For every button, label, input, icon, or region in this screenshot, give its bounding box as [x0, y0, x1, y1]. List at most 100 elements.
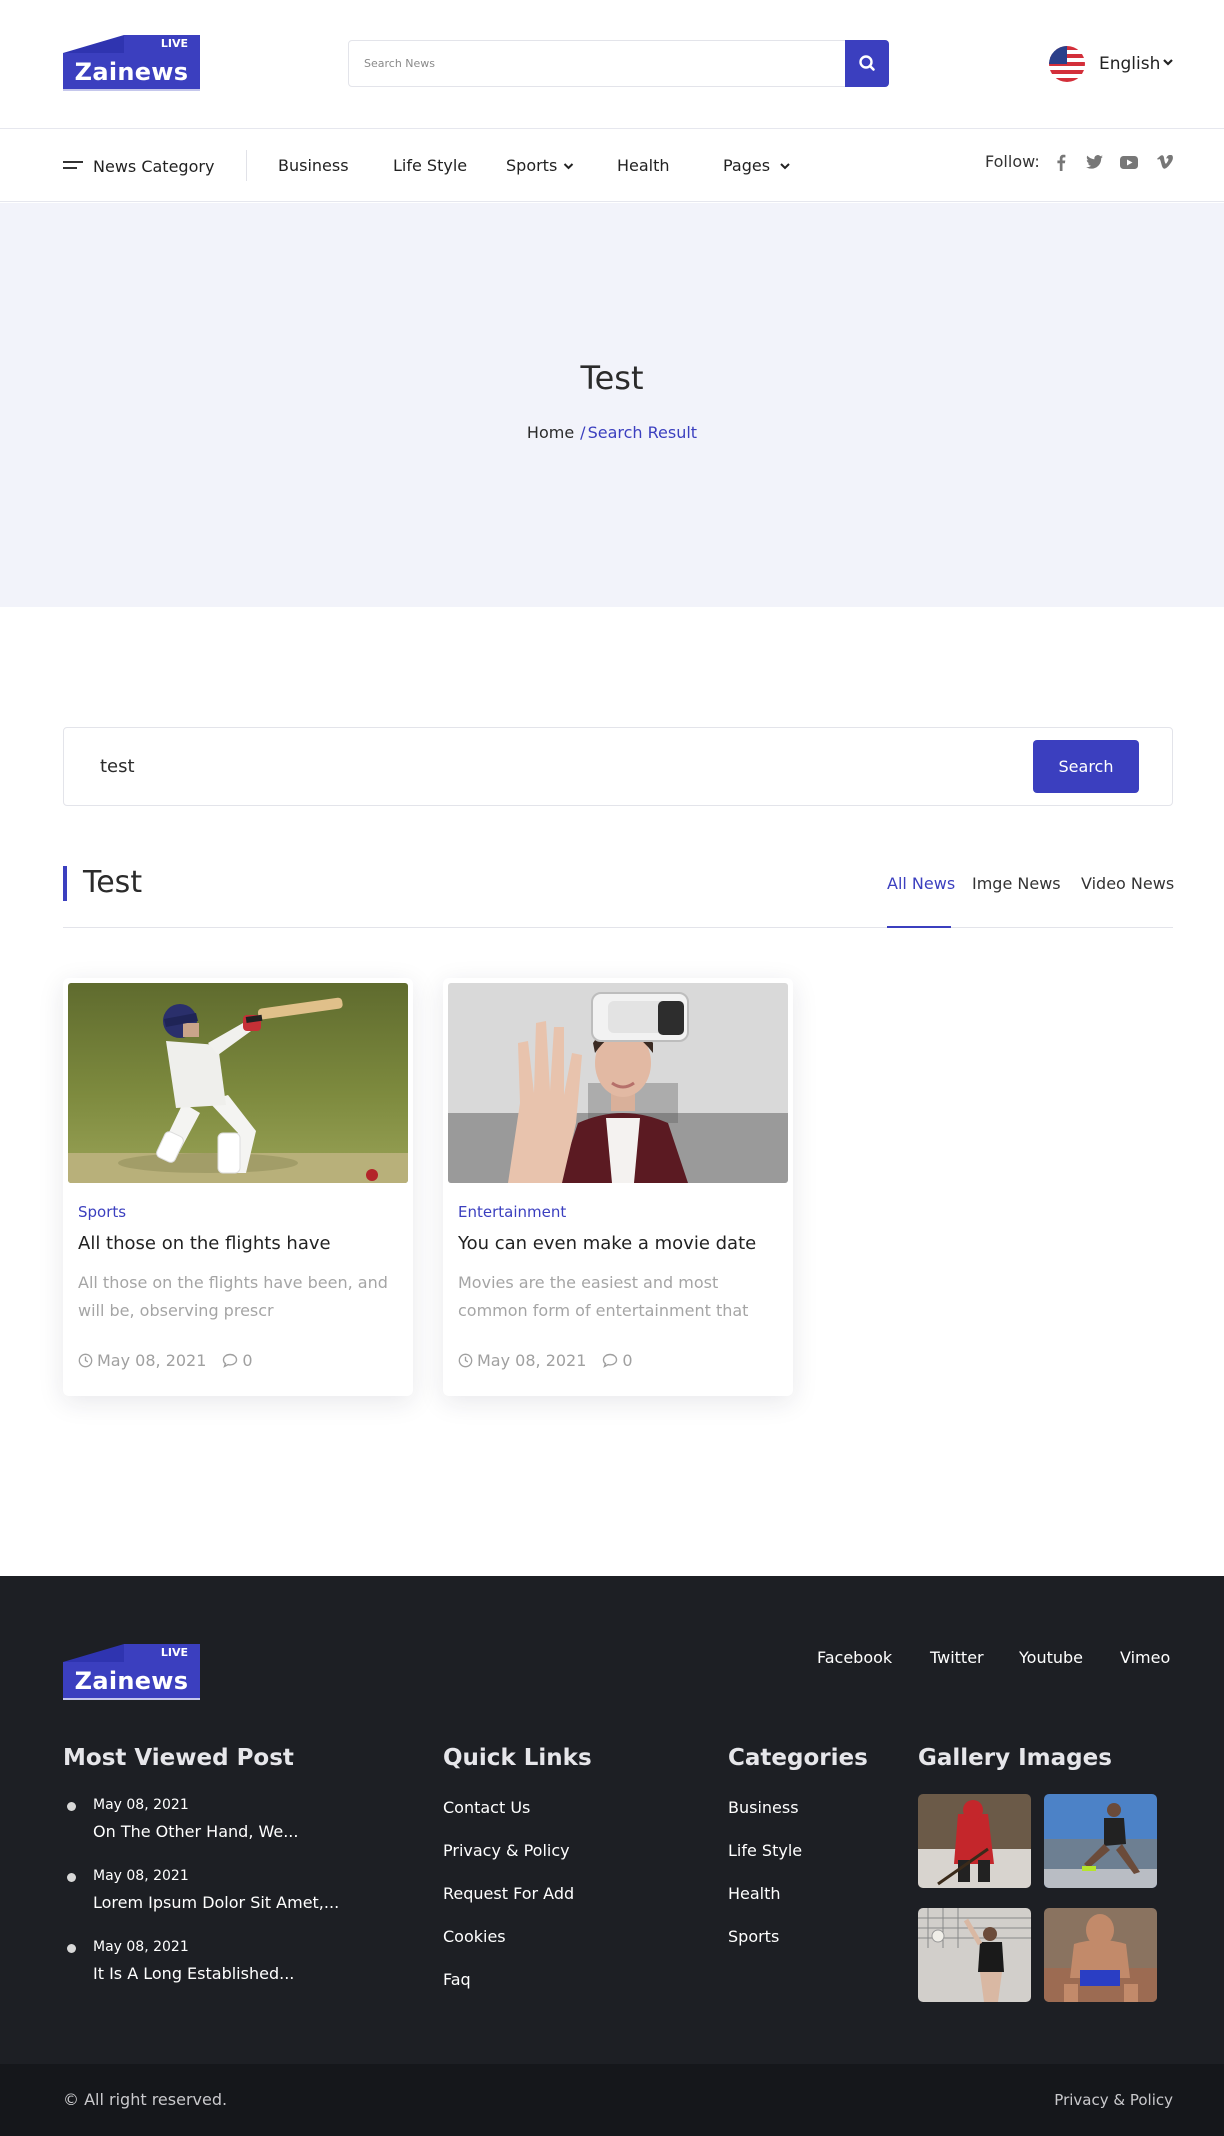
logo-live-badge: LIVE: [124, 1644, 200, 1663]
nav-item-business[interactable]: Business: [278, 156, 349, 175]
quick-link-cookies[interactable]: Cookies: [443, 1927, 506, 1946]
post-title[interactable]: On The Other Hand, We...: [93, 1822, 298, 1841]
gallery-image-runner[interactable]: [1044, 1794, 1157, 1888]
breadcrumb-separator: /: [580, 423, 586, 442]
news-card-image-cricket[interactable]: [68, 983, 408, 1183]
gallery-image-volleyball[interactable]: [918, 1908, 1031, 2002]
quick-link-request-for-add[interactable]: Request For Add: [443, 1884, 574, 1903]
twitter-icon[interactable]: [1084, 152, 1104, 172]
quick-link-contact-us[interactable]: Contact Us: [443, 1798, 530, 1817]
nav-item-sports[interactable]: Sports: [506, 156, 574, 175]
hamburger-icon: [63, 161, 83, 171]
post-title[interactable]: It Is A Long Established...: [93, 1964, 294, 1983]
news-card-excerpt: All those on the flights have been, and …: [78, 1273, 388, 1320]
news-card-date: May 08, 2021: [477, 1351, 587, 1370]
bullet-dot: [67, 1802, 76, 1811]
breadcrumb-home[interactable]: Home: [527, 423, 574, 442]
news-card-title[interactable]: All those on the flights have: [78, 1233, 408, 1254]
post-date: May 08, 2021: [93, 1797, 189, 1813]
comment-icon: [223, 1353, 238, 1368]
logo-slant: [63, 1644, 124, 1662]
news-card-excerpt: Movies are the easiest and most common f…: [458, 1273, 749, 1320]
clock-icon: [78, 1353, 93, 1368]
youtube-icon[interactable]: [1119, 152, 1139, 172]
search-icon: [859, 55, 875, 71]
news-card-category[interactable]: Entertainment: [458, 1203, 566, 1221]
footer-category-business[interactable]: Business: [728, 1798, 799, 1817]
copyright-bar: © All right reserved. Privacy & Policy: [0, 2064, 1224, 2136]
clock-icon: [458, 1353, 473, 1368]
section-accent-bar: [63, 866, 67, 901]
gallery-image-hockey[interactable]: [918, 1794, 1031, 1888]
nav-item-health[interactable]: Health: [617, 156, 670, 175]
post-date: May 08, 2021: [93, 1939, 189, 1955]
news-card-title[interactable]: You can even make a movie date: [458, 1233, 788, 1254]
news-card[interactable]: Entertainment You can even make a movie …: [443, 978, 793, 1396]
news-card-comment-count: 0: [622, 1351, 633, 1370]
site-logo[interactable]: LIVE Zainews: [63, 35, 200, 92]
news-card-image-vr[interactable]: [448, 983, 788, 1183]
gallery-image-sprinter[interactable]: [1044, 1908, 1157, 2002]
footer-logo[interactable]: LIVE Zainews: [63, 1644, 200, 1701]
most-viewed-post[interactable]: May 08, 2021 Lorem Ipsum Dolor Sit Amet,…: [63, 1868, 393, 1918]
footer-link-vimeo[interactable]: Vimeo: [1120, 1648, 1170, 1667]
bullet-dot: [67, 1873, 76, 1882]
news-card-category[interactable]: Sports: [78, 1203, 126, 1221]
footer-category-life-style[interactable]: Life Style: [728, 1841, 802, 1860]
footer-link-twitter[interactable]: Twitter: [930, 1648, 984, 1667]
site-header: LIVE Zainews English: [0, 0, 1224, 129]
news-card-meta: May 08, 2021 0: [78, 1351, 253, 1370]
quick-link-privacy-policy[interactable]: Privacy & Policy: [443, 1841, 570, 1860]
gallery-heading: Gallery Images: [918, 1745, 1112, 1771]
nav-item-sports-label: Sports: [506, 156, 558, 175]
footer-privacy-link[interactable]: Privacy & Policy: [1054, 2091, 1173, 2109]
nav-item-pages[interactable]: Pages: [723, 156, 791, 175]
page-hero: Test Home / Search Result: [0, 203, 1224, 607]
most-viewed-post[interactable]: May 08, 2021 It Is A Long Established...: [63, 1939, 393, 1989]
post-title[interactable]: Lorem Ipsum Dolor Sit Amet,...: [93, 1893, 339, 1912]
facebook-icon[interactable]: [1051, 152, 1071, 172]
search-input[interactable]: test: [100, 756, 135, 777]
header-search: [348, 40, 889, 87]
section-title: Test: [83, 865, 143, 900]
news-card[interactable]: Sports All those on the flights have All…: [63, 978, 413, 1396]
footer-link-youtube[interactable]: Youtube: [1019, 1648, 1083, 1667]
logo-live-badge: LIVE: [124, 35, 200, 54]
breadcrumb: Home / Search Result: [0, 423, 1224, 442]
nav-item-pages-label: Pages: [723, 156, 771, 175]
language-selector[interactable]: English: [1049, 46, 1174, 82]
chevron-down-icon: [780, 163, 790, 170]
search-form: test Search: [63, 727, 1173, 806]
news-category-label: News Category: [93, 156, 215, 176]
bullet-dot: [67, 1944, 76, 1953]
tab-image-news[interactable]: Imge News: [972, 874, 1061, 893]
tab-all-news[interactable]: All News: [887, 874, 955, 893]
breadcrumb-current: Search Result: [587, 423, 698, 442]
us-flag-icon: [1049, 46, 1085, 82]
nav-item-life-style[interactable]: Life Style: [393, 156, 467, 175]
nav-divider: [246, 150, 247, 181]
tabs-divider: [63, 927, 1173, 928]
language-label: English: [1099, 54, 1161, 74]
logo-wordmark: Zainews: [63, 53, 200, 91]
footer-link-facebook[interactable]: Facebook: [817, 1648, 892, 1667]
footer-category-sports[interactable]: Sports: [728, 1927, 779, 1946]
copyright-text: © All right reserved.: [63, 2090, 228, 2109]
vimeo-icon[interactable]: [1155, 152, 1175, 172]
quick-link-faq[interactable]: Faq: [443, 1970, 471, 1989]
most-viewed-post[interactable]: May 08, 2021 On The Other Hand, We...: [63, 1797, 393, 1847]
news-category-toggle[interactable]: News Category: [63, 151, 214, 181]
chevron-down-icon: [1163, 59, 1173, 66]
news-card-meta: May 08, 2021 0: [458, 1351, 633, 1370]
header-search-button[interactable]: [845, 40, 889, 87]
chevron-down-icon: [564, 163, 574, 170]
footer-category-health[interactable]: Health: [728, 1884, 781, 1903]
header-search-input[interactable]: [349, 41, 844, 86]
news-card-date: May 08, 2021: [97, 1351, 207, 1370]
categories-heading: Categories: [728, 1745, 868, 1771]
quick-links-heading: Quick Links: [443, 1745, 592, 1771]
tab-video-news[interactable]: Video News: [1081, 874, 1174, 893]
search-button[interactable]: Search: [1033, 740, 1139, 793]
comment-icon: [603, 1353, 618, 1368]
page-title: Test: [580, 359, 644, 397]
